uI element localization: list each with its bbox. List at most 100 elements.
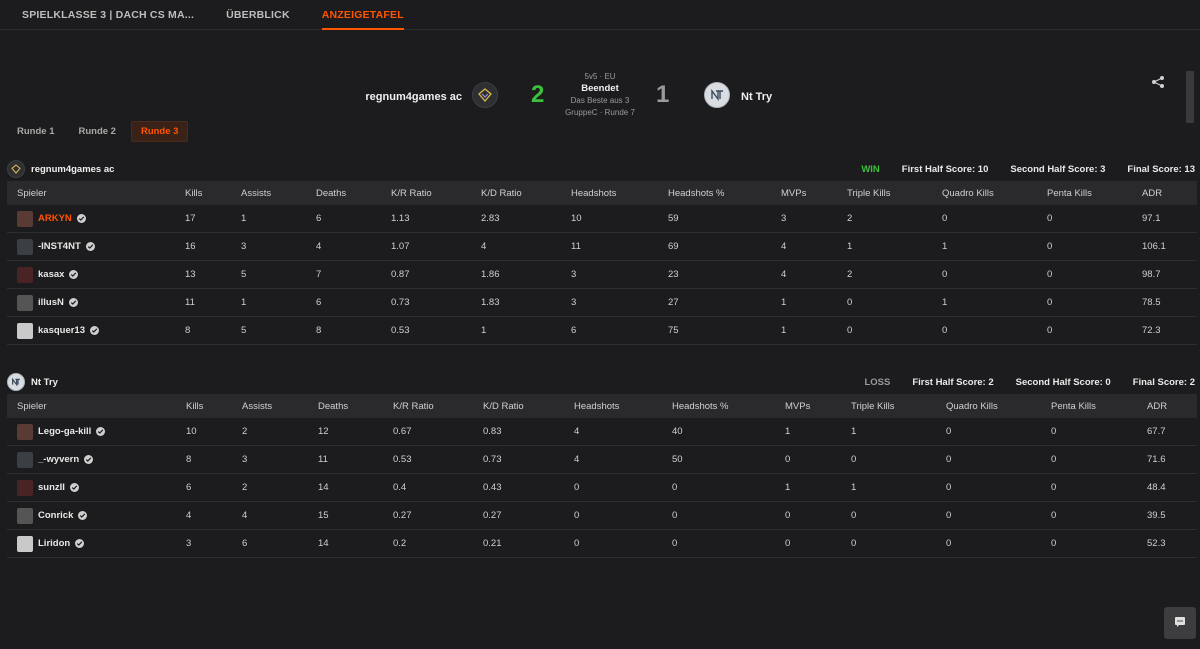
stat-cell: 6 <box>316 297 322 308</box>
stat-cell: 4 <box>781 241 787 252</box>
column-header: MVPs <box>785 400 811 412</box>
share-icon[interactable] <box>1151 75 1165 89</box>
table-row[interactable]: sunzII 6 2 14 0.4 0.43 0 0 1 1 0 0 48.4 <box>7 474 1197 502</box>
player-cell[interactable]: kasquer13 <box>7 317 175 344</box>
player-cell[interactable]: kasax <box>7 261 175 288</box>
avatar[interactable] <box>17 451 33 468</box>
player-name[interactable]: illusN <box>38 297 64 308</box>
table-row[interactable]: Conrick 4 4 15 0.27 0.27 0 0 0 0 0 0 39.5 <box>7 502 1197 530</box>
stat-cell: 0.83 <box>483 426 502 437</box>
team2-rows: Lego-ga-kill 10 2 12 0.67 0.83 4 40 1 1 0 0 67.7 _-wy… <box>7 418 1197 558</box>
table-row[interactable]: Lego-ga-kill 10 2 12 0.67 0.83 4 40 1 1 0 0 67.7 <box>7 418 1197 446</box>
tab-round-1[interactable]: Runde 1 <box>8 121 63 142</box>
column-header: ADR <box>1142 187 1163 199</box>
avatar[interactable] <box>17 479 33 496</box>
verified-icon <box>68 298 78 307</box>
table-row[interactable]: illusN 11 1 6 0.73 1.83 3 27 1 0 1 0 78.5 <box>7 289 1197 317</box>
stat-cell: 1 <box>942 241 948 252</box>
table-row[interactable]: Liridon 3 6 14 0.2 0.21 0 0 0 0 0 0 52.3 <box>7 530 1197 558</box>
stat-cell: 5 <box>241 269 247 280</box>
column-header: Deaths <box>318 400 349 412</box>
player-name[interactable]: kasquer13 <box>38 325 85 336</box>
table-row[interactable]: kasax 13 5 7 0.87 1.86 3 23 4 2 0 0 98.7 <box>7 261 1197 289</box>
player-name[interactable]: -INST4NT <box>38 241 81 252</box>
avatar[interactable] <box>17 535 33 552</box>
team1-rows: ARKYN 17 1 6 1.13 2.83 10 59 3 2 0 0 97.1 -INST4NT 16 3… <box>7 205 1197 345</box>
stat-cell: 0.53 <box>393 454 412 465</box>
player-cell[interactable]: illusN <box>7 289 175 316</box>
player-name[interactable]: kasax <box>38 269 64 280</box>
player-cell[interactable]: Lego-ga-kill <box>7 418 176 445</box>
team2-result: LOSS <box>864 376 891 388</box>
stat-cell: 2 <box>847 269 853 280</box>
stat-cell: 13 <box>185 269 196 280</box>
verified-icon <box>75 539 85 548</box>
avatar[interactable] <box>17 266 33 283</box>
stat-cell: 0 <box>1051 426 1057 437</box>
stat-cell: 0 <box>672 482 678 493</box>
team2-name[interactable]: Nt Try <box>741 91 772 103</box>
stat-cell: 14 <box>318 482 329 493</box>
stat-cell: 0 <box>1047 269 1053 280</box>
team2-first-half: First Half Score: 2 <box>912 376 994 388</box>
tab-overview[interactable]: ÜBERBLICK <box>226 0 290 29</box>
stat-cell: 0 <box>1051 538 1057 549</box>
table-row[interactable]: ARKYN 17 1 6 1.13 2.83 10 59 3 2 0 0 97.1 <box>7 205 1197 233</box>
stat-cell: 0.73 <box>483 454 502 465</box>
player-name[interactable]: Conrick <box>38 510 73 521</box>
avatar[interactable] <box>17 210 33 227</box>
column-header: Penta Kills <box>1047 187 1092 199</box>
team1-name[interactable]: regnum4games ac <box>365 91 462 103</box>
player-name[interactable]: Lego-ga-kill <box>38 426 91 437</box>
column-header: Spieler <box>17 187 47 199</box>
player-cell[interactable]: -INST4NT <box>7 233 175 260</box>
table-row[interactable]: -INST4NT 16 3 4 1.07 4 11 69 4 1 1 0 106.1 <box>7 233 1197 261</box>
stat-cell: 1 <box>942 297 948 308</box>
column-header: Spieler <box>17 400 47 412</box>
stat-cell: 1 <box>847 241 853 252</box>
verified-icon <box>69 270 79 279</box>
tab-league[interactable]: SPIELKLASSE 3 | DACH CS MA... <box>22 0 194 29</box>
player-name[interactable]: ARKYN <box>38 213 72 224</box>
tab-round-3[interactable]: Runde 3 <box>130 121 189 142</box>
team2-logo-icon[interactable] <box>704 82 730 108</box>
player-cell[interactable]: ARKYN <box>7 205 175 232</box>
team1-logo-icon[interactable] <box>472 82 498 108</box>
tab-scoreboard[interactable]: ANZEIGETAFEL <box>321 0 404 30</box>
scrollbar[interactable] <box>1186 71 1194 123</box>
avatar[interactable] <box>17 507 33 524</box>
avatar[interactable] <box>17 238 33 255</box>
team1-header-row: Spieler Kills Assists Deaths K/R Ratio K/D Ra… <box>7 181 1197 205</box>
column-header: K/D Ratio <box>483 400 524 412</box>
stat-cell: 1 <box>851 482 857 493</box>
player-name[interactable]: Liridon <box>38 538 70 549</box>
stat-cell: 0 <box>946 454 952 465</box>
player-name[interactable]: sunzII <box>38 482 65 493</box>
team2-label[interactable]: Nt Try <box>31 377 58 388</box>
stat-cell: 11 <box>185 297 195 308</box>
stat-cell: 8 <box>185 325 191 336</box>
top-nav: SPIELKLASSE 3 | DACH CS MA... ÜBERBLICK … <box>0 0 1200 30</box>
player-cell[interactable]: sunzII <box>7 474 176 501</box>
avatar[interactable] <box>17 294 33 311</box>
avatar[interactable] <box>17 423 33 440</box>
player-name[interactable]: _-wyvern <box>38 454 79 465</box>
table-row[interactable]: _-wyvern 8 3 11 0.53 0.73 4 50 0 0 0 0 71.6 <box>7 446 1197 474</box>
avatar[interactable] <box>17 322 33 339</box>
stat-cell: 11 <box>318 454 328 465</box>
chat-button[interactable] <box>1164 607 1196 639</box>
team1-label[interactable]: regnum4games ac <box>31 164 114 175</box>
column-header: Assists <box>241 187 272 199</box>
team1-title: regnum4games ac <box>7 160 114 178</box>
player-cell[interactable]: Liridon <box>7 530 176 557</box>
player-cell[interactable]: Conrick <box>7 502 176 529</box>
table-row[interactable]: kasquer13 8 5 8 0.53 1 6 75 1 0 0 0 72.3 <box>7 317 1197 345</box>
stat-cell: 0 <box>574 482 580 493</box>
team1-scoreboard: regnum4games ac WIN First Half Score: 10… <box>7 157 1197 345</box>
tab-round-2[interactable]: Runde 2 <box>69 121 124 142</box>
verified-icon <box>84 455 94 464</box>
match-format: 5v5 · EU <box>584 72 616 81</box>
stat-cell: 2 <box>242 482 248 493</box>
verified-icon <box>96 427 106 436</box>
player-cell[interactable]: _-wyvern <box>7 446 176 473</box>
